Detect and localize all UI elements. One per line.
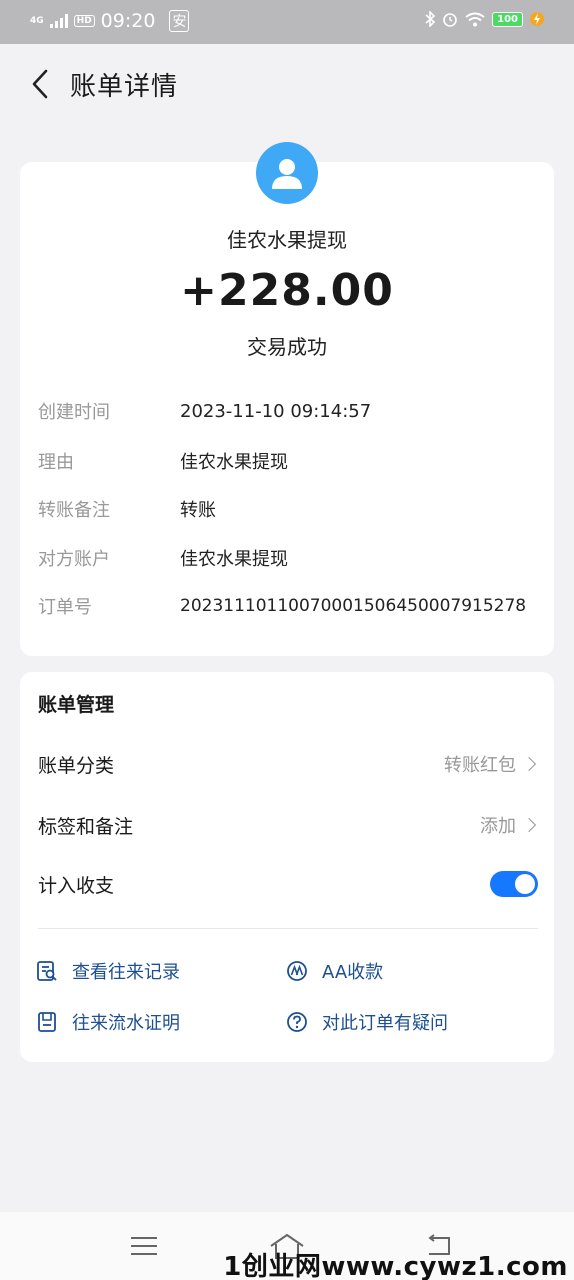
back-arrow-icon [32, 69, 48, 99]
detail-value: 2023-11-10 09:14:57 [180, 400, 372, 422]
detail-label: 订单号 [38, 597, 92, 618]
charging-icon [530, 12, 544, 26]
wifi-icon [465, 12, 485, 26]
view-history-label: 查看往来记录 [72, 962, 180, 983]
detail-value[interactable]: 佳农水果提现 [180, 545, 288, 571]
statement-proof-label: 往来流水证明 [72, 1013, 180, 1034]
tags-notes-value: 添加 [480, 816, 516, 837]
hd-badge: HD [73, 15, 95, 27]
detail-label: 创建时间 [38, 402, 110, 423]
aa-collect-label: AA收款 [322, 962, 384, 983]
detail-row-counterparty: 对方账户 佳农水果提现 [38, 543, 548, 573]
detail-row-reason: 理由 佳农水果提现 [38, 446, 548, 476]
statement-proof-link[interactable]: 往来流水证明 [36, 1007, 180, 1037]
status-right: 100 [425, 11, 544, 27]
signal-icon [49, 14, 68, 28]
alarm-icon [443, 13, 457, 27]
divider [38, 928, 538, 929]
aa-icon [286, 960, 308, 982]
view-history-link[interactable]: 查看往来记录 [36, 956, 180, 986]
menu-button[interactable] [124, 1230, 164, 1262]
header: 账单详情 [0, 44, 574, 122]
tags-notes-row[interactable]: 标签和备注 添加 [38, 808, 538, 842]
back-button[interactable] [22, 64, 58, 104]
detail-label: 转账备注 [38, 500, 110, 521]
include-in-budget-label: 计入收支 [38, 874, 115, 897]
detail-row-order-number: 订单号 2023111011007000150645000791527­8 [38, 591, 548, 621]
status-bar: 4G HD 09:20 安 100 [0, 0, 574, 44]
bluetooth-icon [425, 11, 436, 27]
detail-value[interactable]: 2023111011007000150645000791527­8 [180, 596, 526, 616]
detail-label: 理由 [38, 452, 74, 473]
tags-notes-label: 标签和备注 [38, 815, 134, 838]
chevron-right-icon [521, 756, 537, 772]
detail-label: 对方账户 [38, 549, 110, 570]
toggle-knob [515, 874, 535, 894]
detail-value: 转账 [180, 500, 216, 521]
document-icon [36, 1011, 58, 1033]
status-time: 09:20 [100, 10, 156, 32]
detail-row-created-time: 创建时间 2023-11-10 09:14:57 [38, 396, 548, 426]
detail-value: 佳农水果提现 [180, 452, 288, 473]
tags-notes-value-group: 添加 [480, 812, 538, 838]
chevron-right-icon [521, 817, 537, 833]
record-search-icon [36, 960, 58, 982]
order-question-link[interactable]: 对此订单有疑问 [286, 1007, 448, 1037]
avatar [256, 142, 318, 204]
bill-category-label: 账单分类 [38, 754, 115, 777]
detail-row-remark: 转账备注 转账 [38, 494, 548, 524]
status-left: 4G HD 09:20 安 [30, 10, 190, 32]
aa-collect-link[interactable]: AA收款 [286, 956, 383, 986]
menu-icon [131, 1237, 157, 1255]
order-question-label: 对此订单有疑问 [322, 1013, 448, 1034]
bill-category-value: 转账红包 [444, 755, 516, 776]
include-in-budget-toggle[interactable] [490, 871, 538, 897]
include-in-budget-row: 计入收支 [38, 867, 538, 901]
transaction-amount: +228.00 [180, 265, 394, 316]
battery-indicator: 100 [492, 11, 523, 27]
bill-category-value-group: 转账红包 [444, 751, 538, 777]
page-title: 账单详情 [70, 72, 179, 102]
network-indicator: 4G [30, 15, 44, 26]
question-icon [286, 1011, 308, 1033]
transaction-status: 交易成功 [247, 335, 327, 359]
bill-category-row[interactable]: 账单分类 转账红包 [38, 747, 538, 781]
merchant-name: 佳农水果提现 [227, 228, 347, 252]
user-icon [272, 159, 302, 189]
watermark: 1创业网www.cywz1.com [223, 1252, 568, 1280]
app-notification-badge: 安 [169, 10, 190, 32]
section-title: 账单管理 [38, 694, 115, 716]
